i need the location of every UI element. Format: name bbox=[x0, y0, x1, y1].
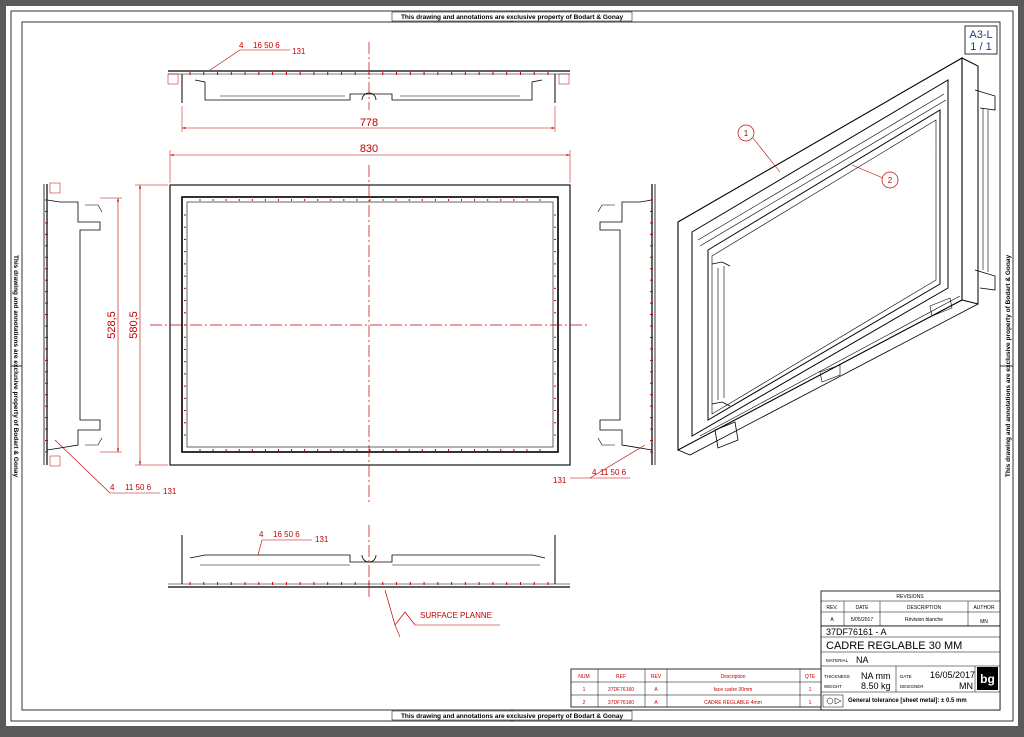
weld-top-spec: 16 50 6 bbox=[253, 41, 280, 50]
surface-planne-label: SURFACE PLANNE bbox=[420, 611, 492, 620]
sheet-page: 1 / 1 bbox=[970, 41, 991, 53]
weld-right-ref: 131 bbox=[553, 476, 567, 485]
title-block: 37DF76161 - A CADRE REGLABLE 30 MM MATER… bbox=[820, 625, 1001, 711]
part-number: 37DF76161 - A bbox=[826, 627, 887, 637]
dim-top-width: 778 bbox=[360, 117, 378, 129]
rev-header-author: AUTHOR bbox=[973, 605, 995, 611]
bom-header-qte: QTE bbox=[805, 674, 816, 680]
weld-top-ref: 131 bbox=[292, 47, 306, 56]
weld-left-a: 4 bbox=[110, 483, 115, 492]
weld-bottom-ref: 131 bbox=[315, 535, 329, 544]
bom-header-description: Description bbox=[720, 674, 745, 680]
weight-label: WEIGHT bbox=[824, 684, 842, 689]
weld-bottom-a: 4 bbox=[259, 530, 264, 539]
border-note-bottom: This drawing and annotations are exclusi… bbox=[401, 713, 624, 720]
balloon-2-label: 2 bbox=[888, 176, 893, 185]
general-tolerance: General tolerance [sheet metal]: ± 0.5 m… bbox=[848, 698, 967, 704]
dim-front-width: 830 bbox=[360, 143, 378, 155]
border-note-left: This drawing and annotations are exclusi… bbox=[12, 255, 19, 478]
bom-row-1-ref: 37DF76160 bbox=[608, 687, 634, 693]
rev-row-author: MN bbox=[980, 619, 988, 625]
rev-header-rev: REV. bbox=[826, 605, 837, 611]
bom-row-1-description: face cadre 30mm bbox=[714, 687, 753, 693]
bom-row-1-num: 1 bbox=[583, 687, 586, 693]
bom-row-2-qte: 1 bbox=[809, 700, 812, 706]
material-value: NA bbox=[856, 655, 869, 665]
weld-right-a: 4 bbox=[592, 468, 597, 477]
sheet-format: A3-L bbox=[969, 29, 992, 41]
bom-header-rev: REV bbox=[651, 674, 662, 680]
designer-value: MN bbox=[959, 681, 973, 691]
weld-left-spec: 11 50 6 bbox=[125, 483, 152, 492]
thickness-value: NA mm bbox=[861, 671, 891, 681]
weld-bottom-spec: 16 50 6 bbox=[273, 530, 300, 539]
bom-row-2-description: CADRE REGLABLE 4mm bbox=[704, 700, 762, 706]
bom-row-1-qte: 1 bbox=[809, 687, 812, 693]
weight-value: 8.50 kg bbox=[861, 681, 891, 691]
bom-row-2-ref: 37DF76160 bbox=[608, 700, 634, 706]
drawing-title: CADRE REGLABLE 30 MM bbox=[826, 640, 962, 652]
revisions-title: REVISIONS bbox=[896, 594, 924, 600]
dim-outer-height: 580,5 bbox=[128, 311, 140, 339]
drawing-sheet: This drawing and annotations are exclusi… bbox=[0, 0, 1024, 732]
balloon-1-label: 1 bbox=[744, 129, 749, 138]
company-logo-text: bg bbox=[980, 672, 995, 686]
date-label: DATE bbox=[900, 674, 912, 679]
thickness-label: THICKNESS bbox=[824, 674, 850, 679]
rev-header-description: DESCRIPTION bbox=[907, 605, 942, 611]
rev-header-date: DATE bbox=[856, 605, 870, 611]
bom-table: NUM REF REV Description QTE 1 37DF76160 … bbox=[570, 668, 822, 708]
bom-header-ref: REF bbox=[616, 674, 626, 680]
date-value: 16/05/2017 bbox=[930, 670, 975, 680]
revisions-table: REVISIONS REV. DATE DESCRIPTION AUTHOR A… bbox=[820, 590, 1001, 627]
dim-inner-height: 528,5 bbox=[106, 311, 118, 339]
rev-row-description: Révision blanche bbox=[905, 617, 943, 623]
weld-top-a: 4 bbox=[239, 41, 244, 50]
weld-left-ref: 131 bbox=[163, 487, 177, 496]
bom-header-num: NUM bbox=[578, 674, 589, 680]
bom-row-2-num: 2 bbox=[583, 700, 586, 706]
material-label: MATERIAL bbox=[826, 658, 849, 663]
border-note-top: This drawing and annotations are exclusi… bbox=[401, 14, 624, 21]
rev-row-date: 5/05/2017 bbox=[851, 617, 873, 623]
weld-right-spec: 11 50 6 bbox=[600, 468, 627, 477]
drawing-canvas: This drawing and annotations are exclusi… bbox=[6, 6, 1018, 726]
border-note-right: This drawing and annotations are exclusi… bbox=[1005, 255, 1012, 478]
designer-label: DESIGNER bbox=[900, 684, 924, 689]
